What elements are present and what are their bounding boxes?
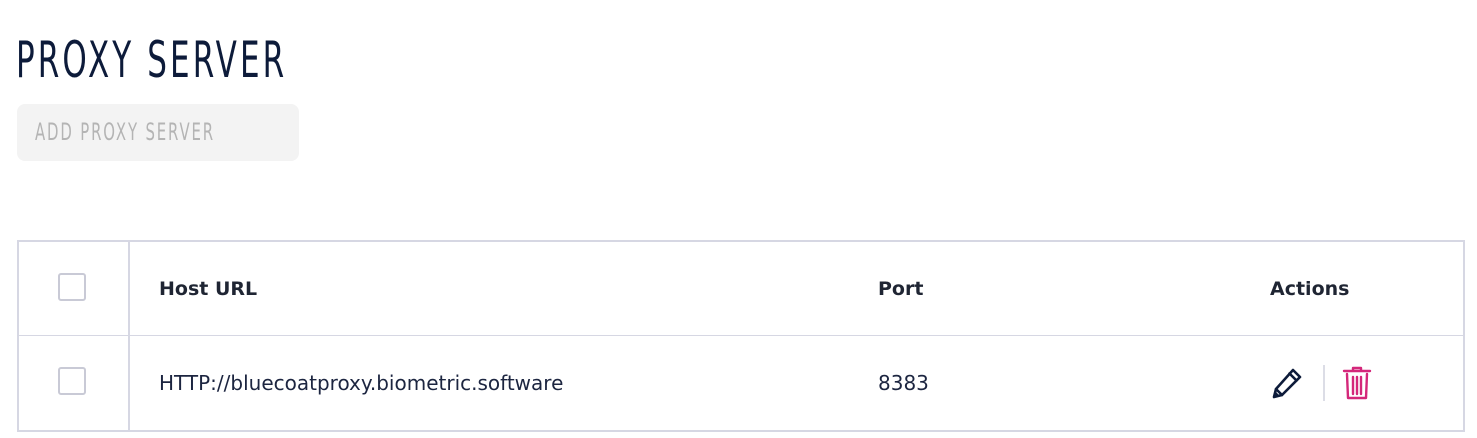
edit-button[interactable] <box>1270 365 1306 401</box>
port-cell: 8383 <box>878 371 929 395</box>
delete-button[interactable] <box>1339 365 1375 401</box>
row-select-checkbox[interactable] <box>58 367 86 395</box>
row-actions <box>1270 336 1375 430</box>
table-header-row: Host URL Port Actions <box>19 242 1463 335</box>
proxy-server-table: Host URL Port Actions HTTP://bluecoatpro… <box>17 240 1465 432</box>
add-proxy-server-button[interactable]: ADD PROXY SERVER <box>17 104 299 161</box>
column-header-port[interactable]: Port <box>878 242 923 335</box>
select-all-checkbox[interactable] <box>58 273 86 301</box>
host-url-cell: HTTP://bluecoatproxy.biometric.software <box>159 371 564 395</box>
proxy-server-page: PROXY SERVER ADD PROXY SERVER Host URL P… <box>0 0 1477 438</box>
pencil-icon <box>1272 368 1302 399</box>
column-header-host-url[interactable]: Host URL <box>159 242 257 335</box>
add-proxy-server-label: ADD PROXY SERVER <box>34 118 215 146</box>
column-header-actions: Actions <box>1270 277 1350 300</box>
trash-icon <box>1342 366 1372 400</box>
table-row: HTTP://bluecoatproxy.biometric.software … <box>19 336 1463 430</box>
actions-separator <box>1323 365 1325 401</box>
page-title: PROXY SERVER <box>16 31 288 89</box>
